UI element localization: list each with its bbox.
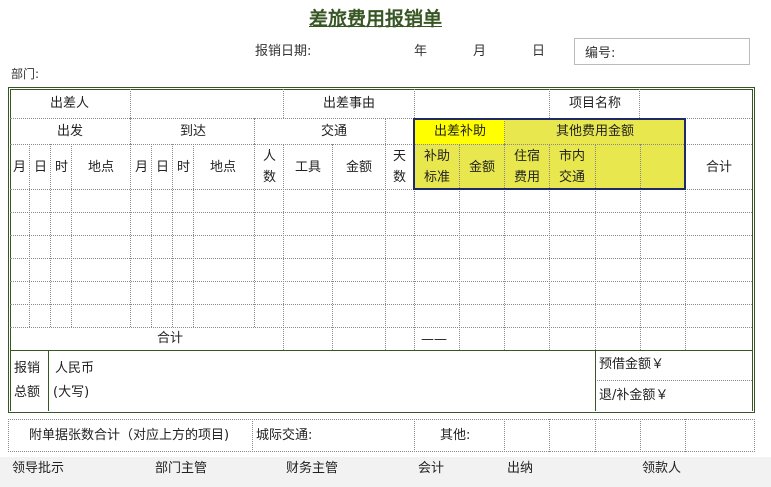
report-date-label: 报销日期: — [255, 44, 312, 59]
city-transport-label: 城际交通: — [256, 428, 313, 443]
form-title: 差旅费用报销单 — [309, 8, 443, 30]
reason-label: 出差事由 — [323, 96, 376, 111]
depart-header: 出发 — [57, 124, 84, 139]
project-label: 项目名称 — [569, 96, 622, 111]
reimburse-label-1: 报销 — [14, 361, 41, 376]
uppercase-label: (大写) — [53, 385, 90, 400]
days-col-2: 数 — [393, 170, 407, 185]
rmb-label: 人民币 — [55, 361, 95, 376]
subsidy-header: 出差补助 — [434, 124, 487, 139]
other-fees-header: 其他费用金额 — [556, 124, 635, 139]
accounting-label: 会计 — [418, 461, 445, 476]
depart-month-col: 月 — [13, 160, 27, 175]
month-label: 月 — [473, 44, 487, 59]
arrive-place-col: 地点 — [210, 160, 237, 175]
attachments-label: 附单据张数合计（对应上方的项目) — [29, 428, 230, 443]
subsidy-std-col-1: 补助 — [424, 149, 451, 164]
city-transport-col-1: 市内 — [559, 149, 586, 164]
arrive-time-col: 时 — [177, 160, 191, 175]
reimburse-label-2: 总额 — [14, 385, 41, 400]
dept-head-label: 部门主管 — [155, 461, 208, 476]
transport-header: 交通 — [321, 124, 348, 139]
totals-label: 合计 — [157, 331, 184, 346]
payee-label: 领款人 — [642, 461, 682, 476]
advance-amount-label: 预借金额￥ — [599, 357, 665, 372]
persons-col-1: 人 — [263, 149, 277, 164]
transport-amount-col: 金额 — [346, 160, 373, 175]
day-label: 日 — [532, 44, 546, 59]
tool-col: 工具 — [295, 160, 322, 175]
traveler-label: 出差人 — [50, 96, 90, 111]
number-label: 编号: — [585, 46, 616, 61]
arrive-header: 到达 — [180, 124, 207, 139]
city-transport-col-2: 交通 — [559, 170, 586, 185]
arrive-day-col: 日 — [156, 160, 170, 175]
totals-dash: —— — [421, 332, 447, 347]
cashier-label: 出纳 — [507, 461, 534, 476]
depart-place-col: 地点 — [88, 160, 115, 175]
depart-day-col: 日 — [34, 160, 48, 175]
days-col-1: 天 — [393, 149, 407, 164]
refund-amount-label: 退/补金额￥ — [599, 388, 669, 403]
lodging-col-2: 费用 — [514, 170, 541, 185]
depart-time-col: 时 — [55, 160, 69, 175]
subsidy-amount-col: 金额 — [469, 160, 496, 175]
arrive-month-col: 月 — [135, 160, 149, 175]
year-label: 年 — [414, 44, 428, 59]
persons-col-2: 数 — [263, 170, 277, 185]
total-col: 合计 — [706, 160, 733, 175]
lodging-col-1: 住宿 — [514, 149, 541, 164]
leader-approval-label: 领导批示 — [12, 461, 65, 476]
other-label: 其他: — [440, 428, 471, 443]
department-label: 部门: — [11, 67, 40, 81]
subsidy-std-col-2: 标准 — [424, 170, 451, 185]
finance-head-label: 财务主管 — [286, 461, 339, 476]
